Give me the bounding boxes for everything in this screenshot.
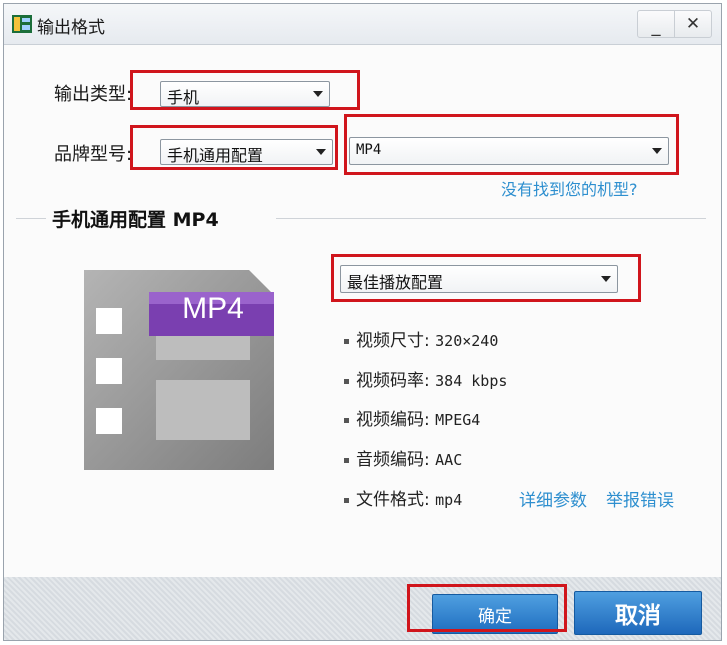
chevron-down-icon <box>601 276 611 282</box>
format-value: MP4 <box>356 142 382 158</box>
divider <box>276 218 706 219</box>
close-button[interactable]: ✕ <box>674 10 712 38</box>
info-file-format: 文件格式: mp4 <box>344 485 462 510</box>
bullet-icon <box>344 457 349 463</box>
info-value: 320×240 <box>435 332 499 350</box>
quality-preset-value: 最佳播放配置 <box>347 273 444 292</box>
mp4-badge: MP4 <box>182 292 244 325</box>
brand-model-label: 品牌型号: <box>54 144 133 165</box>
minimize-button[interactable]: _ <box>637 10 675 38</box>
bullet-icon <box>344 378 349 384</box>
info-label: 音频编码: <box>356 450 430 470</box>
info-value: MPEG4 <box>435 411 481 429</box>
info-label: 视频编码: <box>356 410 430 430</box>
preset-title: 手机通用配置 MP4 <box>52 209 219 231</box>
info-video-size: 视频尺寸: 320×240 <box>344 326 498 351</box>
info-audio-codec: 音频编码: AAC <box>344 445 462 470</box>
app-icon <box>12 15 32 33</box>
brand-value: 手机通用配置 <box>167 146 264 165</box>
title-bar: 输出格式 _ ✕ <box>4 4 721 45</box>
report-error-link[interactable]: 举报错误 <box>606 486 674 511</box>
bullet-icon <box>344 338 349 344</box>
output-type-label: 输出类型: <box>54 84 133 105</box>
details-link[interactable]: 详细参数 <box>519 486 587 511</box>
chevron-down-icon <box>316 149 326 155</box>
chevron-down-icon <box>313 91 323 97</box>
model-not-found-link[interactable]: 没有找到您的机型? <box>501 176 638 200</box>
minimize-icon: _ <box>651 16 661 37</box>
info-label: 视频尺寸: <box>356 331 430 351</box>
window-title: 输出格式 <box>37 18 105 38</box>
bullet-icon <box>344 497 349 503</box>
cancel-button[interactable]: 取消 <box>574 591 702 635</box>
output-type-value: 手机 <box>167 88 200 107</box>
ok-button[interactable]: 确定 <box>432 594 558 634</box>
info-label: 文件格式: <box>356 490 430 510</box>
info-value: 384 kbps <box>435 372 508 390</box>
info-value: AAC <box>435 451 463 469</box>
format-select[interactable]: MP4 <box>349 137 669 165</box>
quality-preset-select[interactable]: 最佳播放配置 <box>340 265 618 293</box>
output-format-dialog: 输出格式 _ ✕ 输出类型: 手机 品牌型号: 手机通用配置 MP4 没有找到您… <box>3 3 722 641</box>
info-label: 视频码率: <box>356 371 430 391</box>
divider <box>16 218 46 219</box>
output-type-select[interactable]: 手机 <box>160 81 330 107</box>
info-video-codec: 视频编码: MPEG4 <box>344 405 480 430</box>
info-video-bitrate: 视频码率: 384 kbps <box>344 366 507 391</box>
bullet-icon <box>344 417 349 423</box>
brand-select[interactable]: 手机通用配置 <box>160 139 333 165</box>
chevron-down-icon <box>652 148 662 154</box>
info-value: mp4 <box>435 491 463 509</box>
close-icon: ✕ <box>685 14 701 34</box>
